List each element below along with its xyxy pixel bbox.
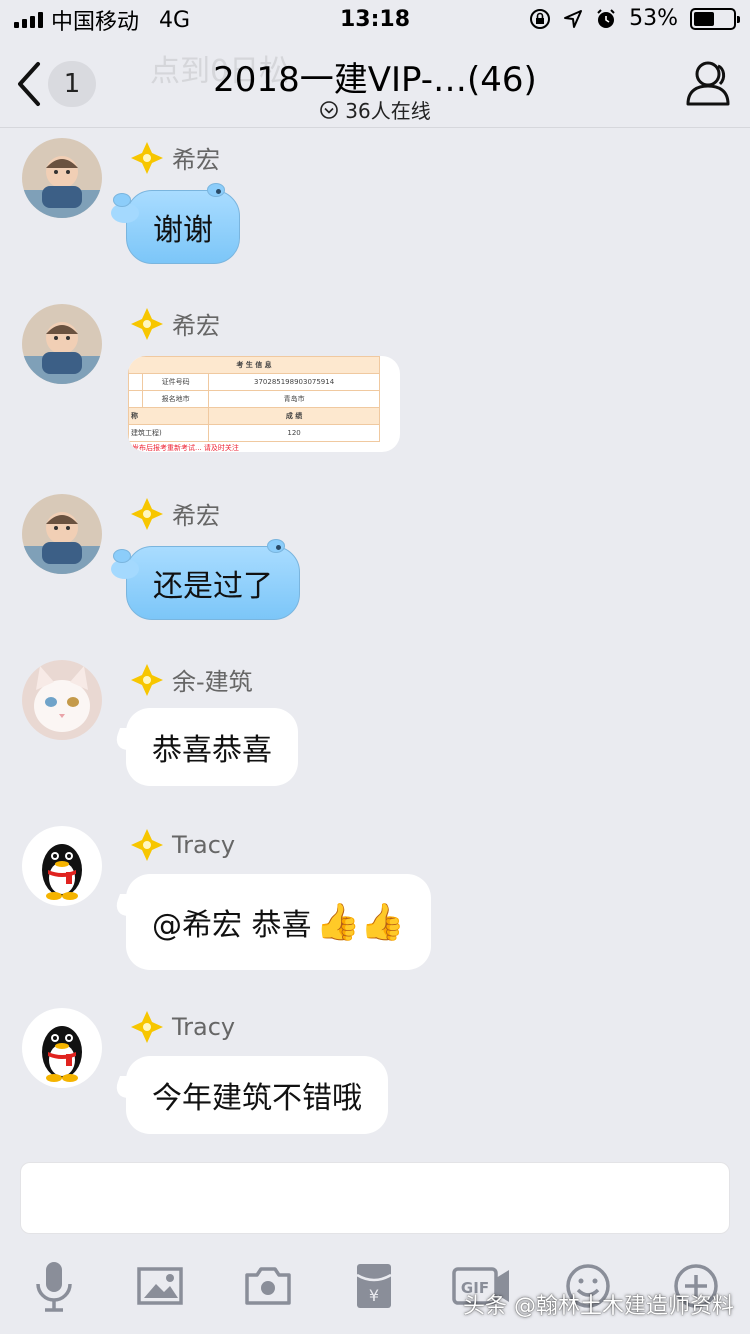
group-members-icon[interactable]: [680, 58, 734, 108]
chevron-down-circle-icon: [320, 100, 339, 119]
penguin-avatar-icon: [22, 1008, 102, 1088]
avatar-xihong[interactable]: [22, 494, 102, 574]
sender-name: 希宏: [172, 146, 220, 174]
table-note: 发布后报考重新考试... 请及时关注: [132, 444, 239, 452]
chat-header: 点到0日松 1 2018一建VIP-…(46) 36人在线: [0, 40, 750, 128]
online-text: 36人在线: [345, 99, 431, 123]
table-cell: 报名地市: [141, 390, 210, 408]
sender-line: 希宏: [130, 140, 220, 175]
star-icon: [131, 497, 163, 530]
signal-icon: [14, 12, 43, 28]
message-bubble[interactable]: 谢谢: [111, 183, 240, 264]
avatar-tracy[interactable]: [22, 826, 102, 906]
battery-icon: [690, 7, 740, 30]
message-text: 今年建筑不错哦: [152, 1081, 362, 1116]
message-bubble[interactable]: 恭喜恭喜: [126, 708, 298, 786]
table-cell: 120: [208, 424, 380, 442]
avatar-xihong[interactable]: [22, 304, 102, 384]
group-title[interactable]: 2018一建VIP-…(46): [0, 52, 750, 101]
message-text: 恭喜恭喜: [152, 733, 272, 768]
baby-photo-icon: [22, 138, 102, 218]
sender-name: Tracy: [172, 831, 236, 859]
table-cell: 370285198903075914: [208, 373, 380, 391]
location-icon: [564, 9, 583, 28]
table-cell: 成 绩: [208, 407, 380, 425]
table-cell: 建筑工程): [128, 424, 210, 442]
online-count[interactable]: 36人在线: [0, 95, 750, 124]
table-header: 考 生 信 息: [128, 356, 380, 374]
sender-line: Tracy: [130, 1010, 235, 1044]
table-cell: 青岛市: [208, 390, 380, 408]
avatar-tracy[interactable]: [22, 1008, 102, 1088]
star-icon: [131, 1011, 163, 1043]
sender-name: Tracy: [172, 1013, 236, 1041]
battery-percent: 53%: [629, 6, 678, 31]
baby-photo-icon: [22, 494, 102, 574]
table-cell: 证件号码: [141, 373, 210, 391]
sender-line: 希宏: [130, 496, 220, 531]
table-cell: 称: [128, 407, 210, 425]
baby-photo-icon: [22, 304, 102, 384]
camera-icon[interactable]: [240, 1258, 296, 1314]
message-text: @希宏 恭喜: [152, 908, 312, 943]
message-bubble[interactable]: @希宏 恭喜 👍👍: [126, 874, 432, 970]
sender-line: 余-建筑: [130, 662, 253, 697]
packet-label: ¥: [369, 1286, 379, 1305]
sender-line: Tracy: [130, 828, 235, 862]
image-message[interactable]: 考 生 信 息 证件号码 370285198903075914 报名地市 青岛市 称…: [128, 356, 400, 452]
sender-name: 希宏: [172, 502, 220, 530]
cat-photo-icon: [22, 660, 102, 740]
status-bar: 中国移动 4G 13:18 53%: [0, 0, 750, 40]
red-packet-icon[interactable]: ¥: [346, 1258, 402, 1314]
sender-name: 希宏: [172, 312, 220, 340]
alarm-icon: [597, 8, 615, 28]
star-icon: [131, 663, 163, 696]
star-icon: [131, 829, 163, 861]
sender-line: 希宏: [130, 306, 220, 341]
thumbs-up-emoji: 👍👍: [315, 902, 406, 943]
star-icon: [131, 307, 163, 340]
avatar-xihong[interactable]: [22, 138, 102, 218]
network-type: 4G: [159, 7, 191, 33]
message-text: 谢谢: [153, 213, 213, 248]
score-table: 考 生 信 息 证件号码 370285198903075914 报名地市 青岛市 称…: [128, 356, 380, 442]
rotation-lock-icon: [530, 8, 551, 29]
star-icon: [131, 141, 163, 174]
watermark: 头条 @翰林土木建造师资料: [463, 1294, 734, 1319]
message-input[interactable]: [20, 1162, 730, 1234]
penguin-avatar-icon: [22, 826, 102, 906]
message-bubble[interactable]: 还是过了: [111, 539, 300, 620]
message-bubble[interactable]: 今年建筑不错哦: [126, 1056, 388, 1134]
image-icon[interactable]: [132, 1258, 188, 1314]
carrier-name: 中国移动: [51, 10, 140, 35]
message-text: 还是过了: [153, 569, 273, 604]
sender-name: 余-建筑: [172, 668, 253, 696]
avatar-cat[interactable]: [22, 660, 102, 740]
battery-fill: [694, 11, 715, 26]
microphone-icon[interactable]: [26, 1258, 82, 1314]
